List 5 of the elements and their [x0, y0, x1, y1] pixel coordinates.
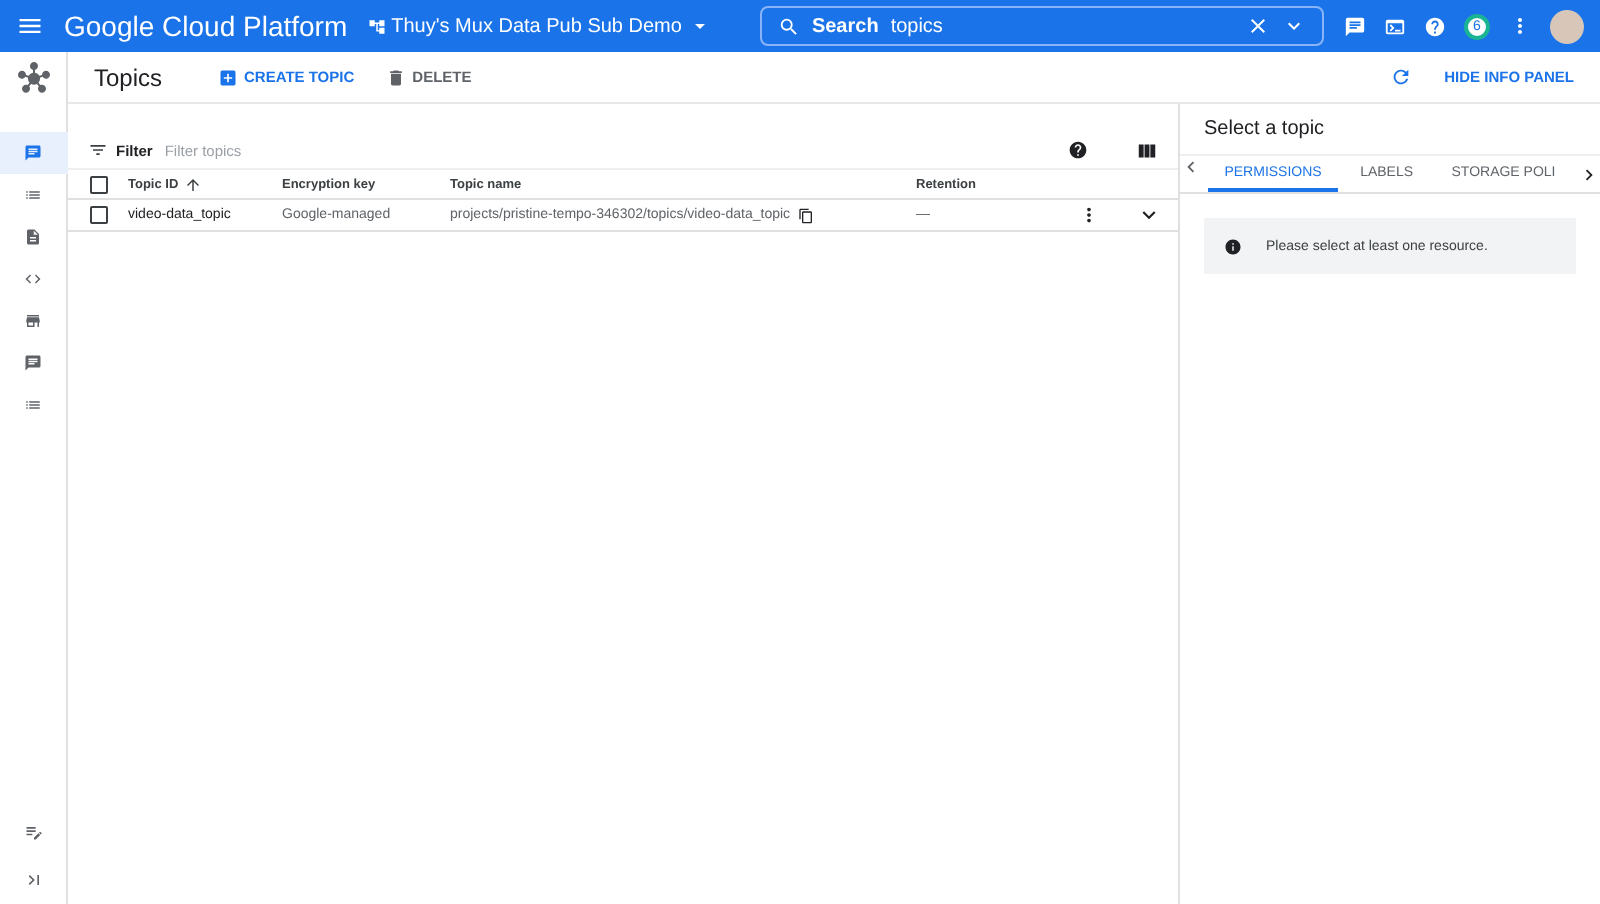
panel-title: Select a topic: [1180, 104, 1600, 156]
project-selector[interactable]: Thuy's Mux Data Pub Sub Demo: [367, 14, 712, 38]
brand-title[interactable]: Google Cloud Platform: [64, 10, 348, 42]
search-field[interactable]: Search topics: [759, 6, 1324, 46]
page-title: Topics: [94, 63, 165, 91]
